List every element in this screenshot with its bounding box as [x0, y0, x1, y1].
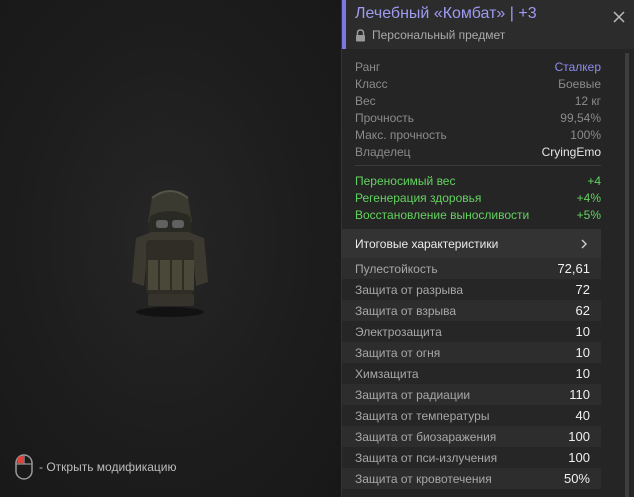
stat-row: Защита от биозаражения 100	[342, 426, 601, 447]
info-label: Прочность	[355, 110, 415, 125]
bonus-value: +4	[587, 173, 601, 188]
bonus-value: +4%	[576, 190, 601, 205]
bonus-label: Восстановление выносливости	[355, 207, 530, 222]
bonus-label: Регенерация здоровья	[355, 190, 482, 205]
stat-row: Защита от кровотечения 50%	[342, 468, 601, 489]
info-label: Макс. прочность	[355, 127, 447, 142]
stat-value: 72,61	[557, 261, 590, 276]
info-value: CryingEmo	[541, 144, 601, 159]
mouse-icon	[15, 454, 33, 480]
stat-label: Защита от радиации	[355, 387, 471, 402]
bonus-row: Регенерация здоровья +4%	[355, 189, 601, 206]
summary-label: Итоговые характеристики	[355, 236, 499, 251]
stat-value: 100	[568, 450, 590, 465]
stat-label: Защита от кровотечения	[355, 471, 492, 486]
stat-row: Защита от взрыва 62	[342, 300, 601, 321]
info-value: Сталкер	[554, 59, 601, 74]
stat-value: 62	[575, 303, 590, 318]
info-row: Владелец CryingEmo	[355, 143, 601, 160]
bonus-row: Восстановление выносливости +5%	[355, 206, 601, 223]
stat-label: Химзащита	[355, 366, 419, 381]
stat-label: Электрозащита	[355, 324, 442, 339]
stat-label: Защита от огня	[355, 345, 441, 360]
info-value: 12 кг	[574, 93, 601, 108]
bonus-value: +5%	[576, 207, 601, 222]
item-viewer[interactable]: - Открыть модификацию	[0, 0, 341, 497]
chevron-right-icon	[581, 239, 587, 248]
open-modification-hint: - Открыть модификацию	[14, 454, 177, 480]
stat-row: Защита от пси-излучения 100	[342, 447, 601, 468]
info-value: Боевые	[558, 76, 601, 91]
info-list: Ранг Сталкер Класс Боевые Вес 12 кг Проч…	[342, 49, 634, 165]
info-label: Вес	[355, 93, 376, 108]
stats-table: Пулестойкость 72,61 Защита от разрыва 72 З…	[342, 258, 601, 489]
stat-label: Защита от температуры	[355, 408, 490, 423]
stat-label: Защита от пси-излучения	[355, 450, 498, 465]
item-subtitle-row: Персональный предмет	[355, 28, 505, 42]
stat-value: 40	[575, 408, 590, 423]
bonus-list: Переносимый вес +4 Регенерация здоровья …	[342, 166, 634, 229]
info-value: 100%	[570, 127, 601, 142]
info-row: Вес 12 кг	[355, 92, 601, 109]
stat-row: Защита от разрыва 72	[342, 279, 601, 300]
stat-label: Защита от взрыва	[355, 303, 457, 318]
stat-value: 100	[568, 429, 590, 444]
stat-row: Защита от температуры 40	[342, 405, 601, 426]
info-row: Класс Боевые	[355, 75, 601, 92]
stat-label: Пулестойкость	[355, 261, 438, 276]
stat-row: Химзащита 10	[342, 363, 601, 384]
bonus-label: Переносимый вес	[355, 173, 456, 188]
close-icon	[613, 11, 625, 23]
info-label: Класс	[355, 76, 388, 91]
info-row: Ранг Сталкер	[355, 58, 601, 75]
stat-value: 10	[575, 324, 590, 339]
info-row: Макс. прочность 100%	[355, 126, 601, 143]
stat-value: 10	[575, 366, 590, 381]
stat-row: Электрозащита 10	[342, 321, 601, 342]
hint-text: - Открыть модификацию	[39, 460, 177, 474]
stat-label: Защита от разрыва	[355, 282, 464, 297]
stat-row: Защита от радиации 110	[342, 384, 601, 405]
info-label: Ранг	[355, 59, 381, 74]
close-button[interactable]	[611, 9, 627, 25]
stat-value: 110	[569, 387, 590, 402]
info-row: Прочность 99,54%	[355, 109, 601, 126]
stat-row: Защита от огня 10	[342, 342, 601, 363]
info-value: 99,54%	[560, 110, 601, 125]
stat-value: 10	[575, 345, 590, 360]
lock-icon	[356, 28, 365, 41]
stat-label: Защита от биозаражения	[355, 429, 497, 444]
item-subtitle: Персональный предмет	[372, 28, 506, 42]
item-header: Лечебный «Комбат» | +3 Персональный пред…	[342, 0, 634, 49]
armor-suit-image	[132, 190, 208, 317]
details-content[interactable]: Ранг Сталкер Класс Боевые Вес 12 кг Проч…	[342, 49, 634, 497]
info-label: Владелец	[355, 144, 411, 159]
stat-value: 72	[575, 282, 590, 297]
item-details-panel: Лечебный «Комбат» | +3 Персональный пред…	[341, 0, 634, 497]
bonus-row: Переносимый вес +4	[355, 172, 601, 189]
stat-value: 50%	[563, 471, 590, 486]
item-title: Лечебный «Комбат» | +3	[355, 5, 537, 22]
summary-stats-button[interactable]: Итоговые характеристики	[342, 229, 601, 258]
stat-row: Пулестойкость 72,61	[342, 258, 601, 279]
